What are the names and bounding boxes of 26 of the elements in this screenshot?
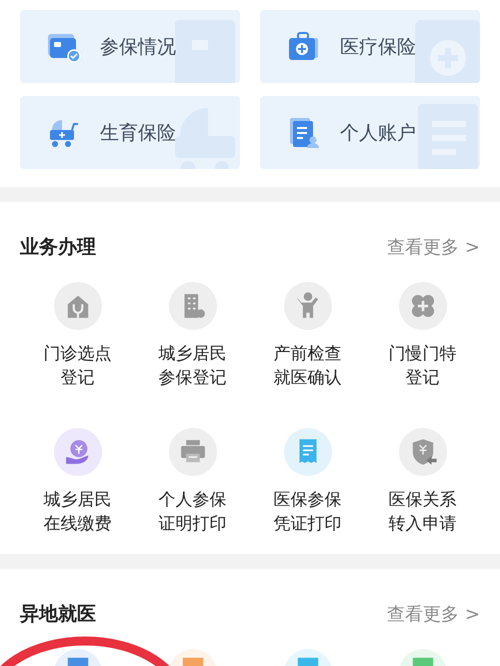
- service-icon[interactable]: [54, 428, 102, 476]
- service-label: 产前检查就医确认: [272, 343, 342, 390]
- insurance-card[interactable]: 个人账户: [260, 96, 480, 169]
- service-icon[interactable]: [168, 428, 216, 476]
- service-label: 城乡居民参保登记: [158, 343, 228, 390]
- service-icon[interactable]: [284, 428, 332, 476]
- service-icon[interactable]: [54, 282, 102, 330]
- insurance-card[interactable]: 医疗保险: [260, 10, 480, 83]
- service-label: 城乡居民在线缴费: [42, 489, 112, 536]
- service-icon[interactable]: [168, 282, 216, 330]
- service-icon[interactable]: [398, 428, 446, 476]
- insurance-card[interactable]: 生育保险: [20, 96, 240, 169]
- service-icon[interactable]: [398, 282, 446, 330]
- card-label: 个人账户: [340, 120, 416, 146]
- service-label: 医保关系转入申请: [388, 489, 458, 536]
- card-label: 医疗保险: [340, 34, 416, 60]
- service-label: 个人参保证明打印: [158, 489, 228, 536]
- service-label: 医保参保凭证打印: [272, 489, 342, 536]
- service-icon[interactable]: [284, 282, 332, 330]
- card-label: 参保情况: [100, 34, 176, 60]
- section-title: 异地就医: [20, 602, 96, 627]
- service-label: 门诊选点登记: [42, 343, 112, 390]
- insurance-card[interactable]: 参保情况: [20, 10, 240, 83]
- service-label: 门慢门特登记: [388, 343, 458, 390]
- section-title: 业务办理: [20, 235, 96, 260]
- card-label: 生育保险: [100, 120, 176, 146]
